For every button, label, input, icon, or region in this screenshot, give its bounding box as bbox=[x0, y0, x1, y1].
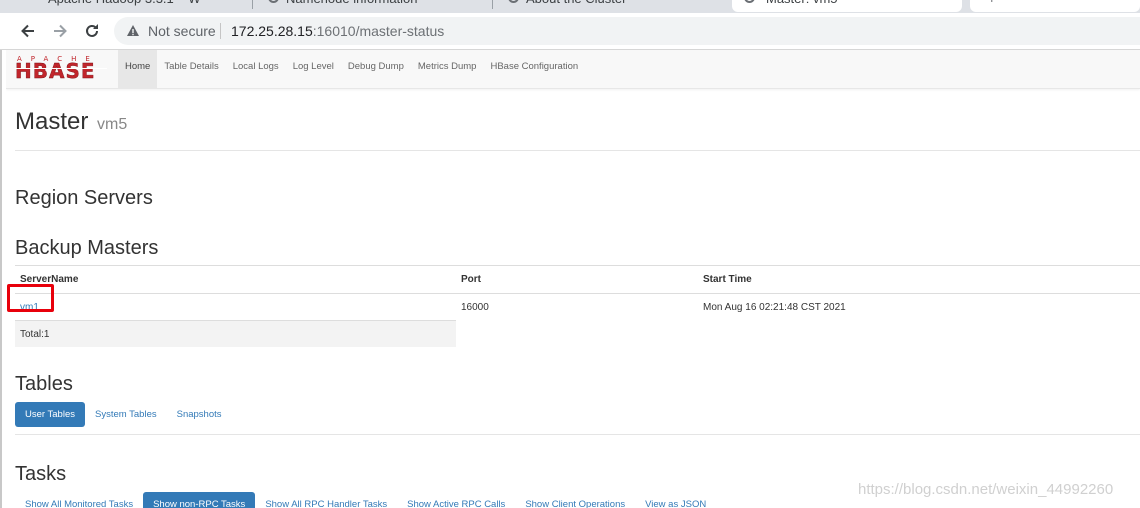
page-title: Master vm5 bbox=[15, 108, 127, 136]
page-title-text: Master bbox=[15, 108, 89, 135]
reload-button[interactable] bbox=[82, 21, 102, 41]
tables-heading: Tables bbox=[15, 373, 73, 395]
browser-tab[interactable]: Apache Hadoop 3.3.1 – W bbox=[10, 0, 240, 12]
tables-tabs: User Tables System Tables Snapshots bbox=[15, 402, 232, 427]
arrow-right-icon bbox=[54, 24, 67, 38]
tab-separator bbox=[252, 0, 253, 9]
browser-tab[interactable]: Namenode information bbox=[256, 0, 486, 12]
nav-debug-dump[interactable]: Debug Dump bbox=[341, 50, 411, 88]
back-button[interactable] bbox=[18, 21, 38, 41]
globe-icon bbox=[744, 0, 755, 3]
logo-stripe bbox=[15, 68, 107, 69]
new-tab-label: + bbox=[988, 0, 996, 8]
globe-icon bbox=[268, 0, 279, 3]
warning-icon bbox=[127, 25, 139, 36]
nav-home[interactable]: Home bbox=[118, 50, 158, 88]
forward-button[interactable] bbox=[50, 21, 70, 41]
browser-tab-active[interactable]: Master: vm5 bbox=[732, 0, 962, 12]
tab-all-monitored-tasks[interactable]: Show All Monitored Tasks bbox=[15, 492, 143, 508]
watermark: https://blog.csdn.net/weixin_44992260 bbox=[858, 481, 1114, 498]
server-name-cell: vm1 bbox=[15, 294, 456, 321]
backup-masters-table: ServerName Port Start Time vm1 16000 Mon… bbox=[15, 265, 1140, 347]
column-header: Start Time bbox=[698, 265, 1140, 294]
hbase-logo[interactable]: APACHE HBASE bbox=[15, 55, 107, 83]
tasks-heading: Tasks bbox=[15, 463, 67, 485]
tab-non-rpc-tasks[interactable]: Show non-RPC Tasks bbox=[143, 492, 256, 508]
divider bbox=[15, 150, 1140, 151]
omnibox-divider bbox=[220, 23, 221, 39]
divider bbox=[15, 434, 1140, 435]
browser-tab[interactable]: About the Cluster bbox=[496, 0, 730, 12]
tab-client-operations[interactable]: Show Client Operations bbox=[515, 492, 635, 508]
browser-tabstrip: Apache Hadoop 3.3.1 – W Namenode informa… bbox=[0, 0, 1140, 13]
tab-title: About the Cluster bbox=[526, 0, 626, 8]
address-bar[interactable]: Not secure 172.25.28.15:16010/master-sta… bbox=[114, 17, 1140, 45]
nav-metrics-dump[interactable]: Metrics Dump bbox=[411, 50, 484, 88]
total-cell: Total:1 bbox=[15, 320, 456, 347]
new-tab-button[interactable]: + bbox=[970, 0, 1140, 12]
port-cell: 16000 bbox=[461, 301, 489, 313]
browser-toolbar: Not secure 172.25.28.15:16010/master-sta… bbox=[0, 13, 1140, 50]
nav-table-details[interactable]: Table Details bbox=[157, 50, 225, 88]
arrow-left-icon bbox=[21, 24, 34, 38]
empty-cell bbox=[456, 321, 698, 348]
nav-hbase-configuration[interactable]: HBase Configuration bbox=[483, 50, 585, 88]
annotation-highlight-box bbox=[7, 284, 54, 312]
tab-user-tables[interactable]: User Tables bbox=[15, 402, 85, 427]
security-label[interactable]: Not secure bbox=[148, 23, 216, 39]
url-path: :16010/master-status bbox=[312, 23, 445, 39]
nav-log-level[interactable]: Log Level bbox=[286, 50, 341, 88]
tab-view-json[interactable]: View as JSON bbox=[635, 492, 716, 508]
tab-rpc-handler-tasks[interactable]: Show All RPC Handler Tasks bbox=[255, 492, 397, 508]
start-time-cell: Mon Aug 16 02:21:48 CST 2021 bbox=[703, 301, 846, 313]
backup-masters-heading: Backup Masters bbox=[15, 237, 159, 259]
url-host: 172.25.28.15 bbox=[231, 23, 313, 39]
table-header-row: ServerName Port Start Time bbox=[15, 265, 1140, 294]
logo-hbase-text: HBASE bbox=[15, 59, 96, 83]
tasks-tabs: Show All Monitored Tasks Show non-RPC Ta… bbox=[15, 492, 716, 508]
globe-icon bbox=[508, 0, 519, 3]
tab-title: Namenode information bbox=[286, 0, 418, 8]
nav-local-logs[interactable]: Local Logs bbox=[226, 50, 286, 88]
window-edge bbox=[0, 50, 2, 508]
nav-menu: Home Table Details Local Logs Log Level … bbox=[118, 50, 585, 88]
tab-active-rpc-calls[interactable]: Show Active RPC Calls bbox=[397, 492, 515, 508]
tab-snapshots[interactable]: Snapshots bbox=[167, 402, 232, 427]
url-text[interactable]: 172.25.28.15:16010/master-status bbox=[231, 23, 444, 39]
tab-title: Master: vm5 bbox=[766, 0, 838, 8]
empty-cell bbox=[698, 321, 1140, 348]
table-row: vm1 16000 Mon Aug 16 02:21:48 CST 2021 bbox=[15, 294, 1140, 321]
region-servers-heading: Region Servers bbox=[15, 187, 153, 209]
reload-icon bbox=[86, 24, 98, 37]
hbase-navbar: APACHE HBASE Home Table Details Local Lo… bbox=[6, 50, 1140, 89]
tab-separator bbox=[492, 0, 493, 9]
master-host: vm5 bbox=[97, 116, 128, 133]
page-content: APACHE HBASE Home Table Details Local Lo… bbox=[6, 50, 1140, 508]
total-row: Total:1 bbox=[15, 320, 1140, 348]
column-header: Port bbox=[456, 265, 698, 294]
tab-title: Apache Hadoop 3.3.1 – W bbox=[48, 0, 201, 8]
tab-system-tables[interactable]: System Tables bbox=[85, 402, 167, 427]
column-header: ServerName bbox=[15, 265, 456, 294]
